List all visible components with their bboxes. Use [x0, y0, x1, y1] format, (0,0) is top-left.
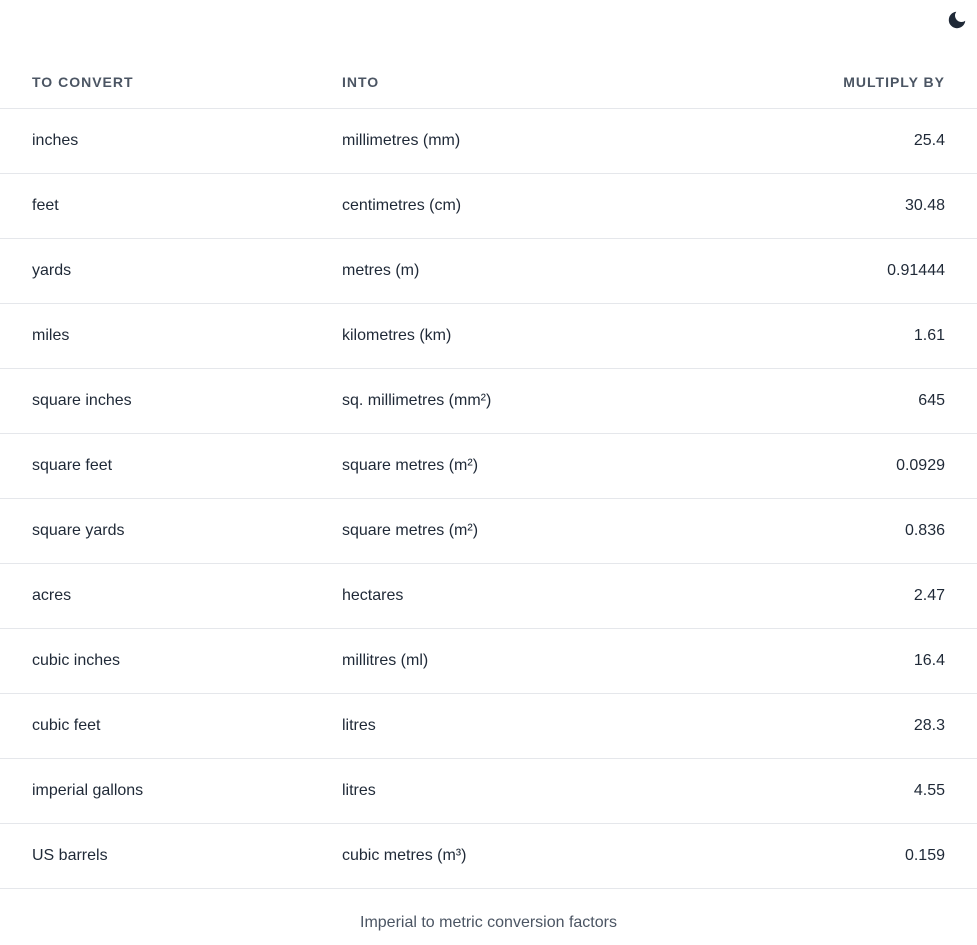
factor-cell: 645	[797, 368, 977, 434]
into-unit-cell: cubic metres (m³)	[342, 823, 797, 889]
into-unit-cell: litres	[342, 758, 797, 824]
from-unit-cell: miles	[0, 303, 342, 369]
table-row: acres hectares 2.47	[0, 563, 977, 629]
factor-cell: 0.0929	[797, 433, 977, 499]
factor-cell: 30.48	[797, 173, 977, 239]
into-unit-cell: metres (m)	[342, 238, 797, 304]
table-row: miles kilometres (km) 1.61	[0, 303, 977, 369]
into-unit-cell: hectares	[342, 563, 797, 629]
into-unit-cell: sq. millimetres (mm²)	[342, 368, 797, 434]
table-body: inches millimetres (mm) 25.4 feet centimetre…	[0, 108, 977, 889]
factor-cell: 28.3	[797, 693, 977, 759]
from-unit-cell: inches	[0, 108, 342, 174]
header-row: TO CONVERT INTO MULTIPLY BY	[0, 56, 977, 109]
into-unit-cell: millimetres (mm)	[342, 108, 797, 174]
factor-cell: 0.836	[797, 498, 977, 564]
table-row: square yards square metres (m²) 0.836	[0, 498, 977, 564]
moon-icon	[948, 11, 966, 29]
header-into: INTO	[342, 56, 797, 109]
from-unit-cell: US barrels	[0, 823, 342, 889]
from-unit-cell: cubic feet	[0, 693, 342, 759]
table-header: TO CONVERT INTO MULTIPLY BY	[0, 56, 977, 109]
header-to-convert: TO CONVERT	[0, 56, 342, 109]
table-row: US barrels cubic metres (m³) 0.159	[0, 823, 977, 889]
into-unit-cell: centimetres (cm)	[342, 173, 797, 239]
from-unit-cell: yards	[0, 238, 342, 304]
into-unit-cell: kilometres (km)	[342, 303, 797, 369]
from-unit-cell: square feet	[0, 433, 342, 499]
into-unit-cell: square metres (m²)	[342, 433, 797, 499]
from-unit-cell: imperial gallons	[0, 758, 342, 824]
table-row: imperial gallons litres 4.55	[0, 758, 977, 824]
factor-cell: 2.47	[797, 563, 977, 629]
table-row: square inches sq. millimetres (mm²) 645	[0, 368, 977, 434]
table-row: square feet square metres (m²) 0.0929	[0, 433, 977, 499]
factor-cell: 25.4	[797, 108, 977, 174]
conversion-table: TO CONVERT INTO MULTIPLY BY inches millim…	[0, 56, 977, 889]
from-unit-cell: cubic inches	[0, 628, 342, 694]
table-row: cubic feet litres 28.3	[0, 693, 977, 759]
factor-cell: 0.91444	[797, 238, 977, 304]
table-caption: Imperial to metric conversion factors	[360, 914, 617, 931]
table-row: inches millimetres (mm) 25.4	[0, 108, 977, 174]
theme-toggle-button[interactable]	[946, 9, 968, 31]
factor-cell: 16.4	[797, 628, 977, 694]
factor-cell: 1.61	[797, 303, 977, 369]
table-row: cubic inches millitres (ml) 16.4	[0, 628, 977, 694]
factor-cell: 4.55	[797, 758, 977, 824]
from-unit-cell: square yards	[0, 498, 342, 564]
from-unit-cell: square inches	[0, 368, 342, 434]
factor-cell: 0.159	[797, 823, 977, 889]
table-row: feet centimetres (cm) 30.48	[0, 173, 977, 239]
into-unit-cell: millitres (ml)	[342, 628, 797, 694]
into-unit-cell: litres	[342, 693, 797, 759]
into-unit-cell: square metres (m²)	[342, 498, 797, 564]
from-unit-cell: feet	[0, 173, 342, 239]
header-multiply-by: MULTIPLY BY	[797, 56, 977, 109]
table-row: yards metres (m) 0.91444	[0, 238, 977, 304]
from-unit-cell: acres	[0, 563, 342, 629]
